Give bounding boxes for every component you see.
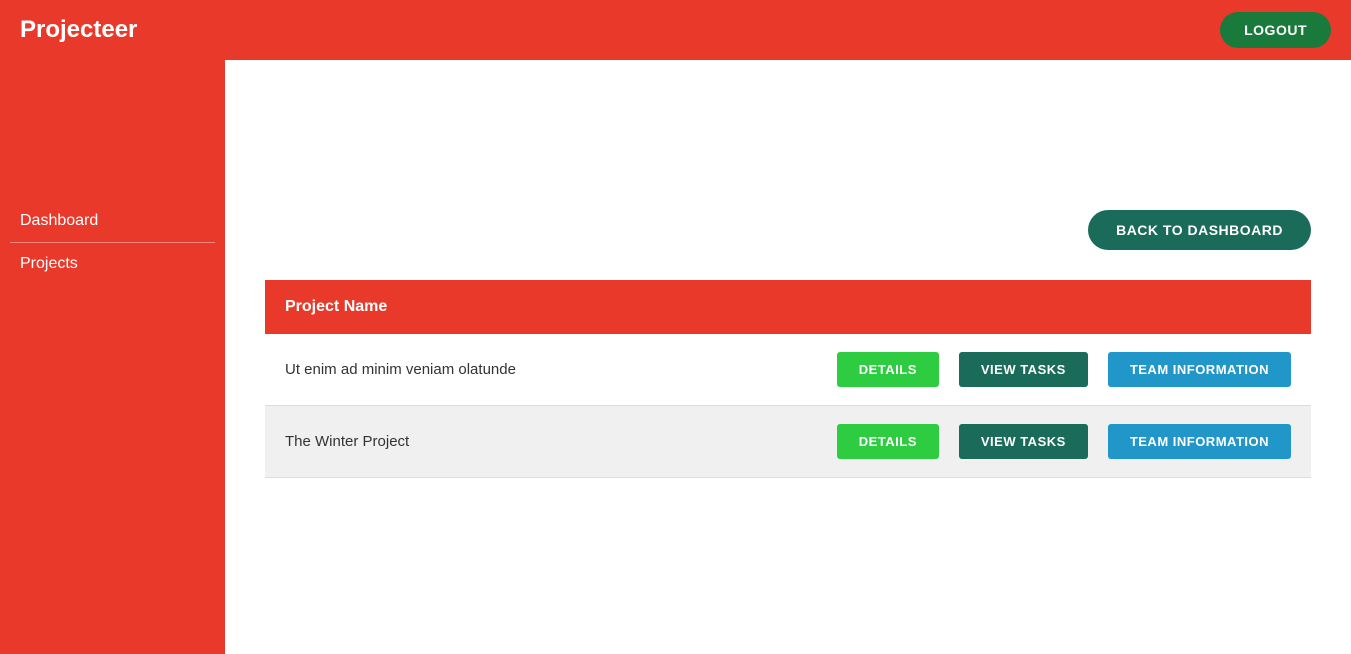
view-tasks-button-1[interactable]: VIEW TASKS [959,352,1088,387]
sidebar: Dashboard Projects [0,60,225,654]
details-button-1[interactable]: DETAILS [837,352,939,387]
project-name-1: Ut enim ad minim veniam olatunde [265,334,635,406]
view-tasks-button-2[interactable]: VIEW TASKS [959,424,1088,459]
team-info-button-1[interactable]: TEAM INFORMATION [1108,352,1291,387]
table-row: Ut enim ad minim veniam olatunde DETAILS… [265,334,1311,406]
main-content: BACK TO DASHBOARD Project Name Ut enim a… [225,60,1351,654]
table-header-project-name: Project Name [265,280,1311,334]
project-actions-2: DETAILS VIEW TASKS TEAM INFORMATION [635,406,1311,478]
sidebar-item-dashboard[interactable]: Dashboard [10,200,215,243]
main-layout: Dashboard Projects BACK TO DASHBOARD Pro… [0,60,1351,654]
team-info-button-2[interactable]: TEAM INFORMATION [1108,424,1291,459]
table-row: The Winter Project DETAILS VIEW TASKS TE… [265,406,1311,478]
sidebar-item-projects[interactable]: Projects [10,243,215,285]
project-name-2: The Winter Project [265,406,635,478]
logout-button[interactable]: LOGOUT [1220,12,1331,48]
app-header: Projecteer LOGOUT [0,0,1351,60]
back-btn-container: BACK TO DASHBOARD [265,210,1311,250]
projects-table: Project Name Ut enim ad minim veniam ola… [265,280,1311,478]
project-actions-1: DETAILS VIEW TASKS TEAM INFORMATION [635,334,1311,406]
app-title: Projecteer [20,16,137,44]
details-button-2[interactable]: DETAILS [837,424,939,459]
back-to-dashboard-button[interactable]: BACK TO DASHBOARD [1088,210,1311,250]
